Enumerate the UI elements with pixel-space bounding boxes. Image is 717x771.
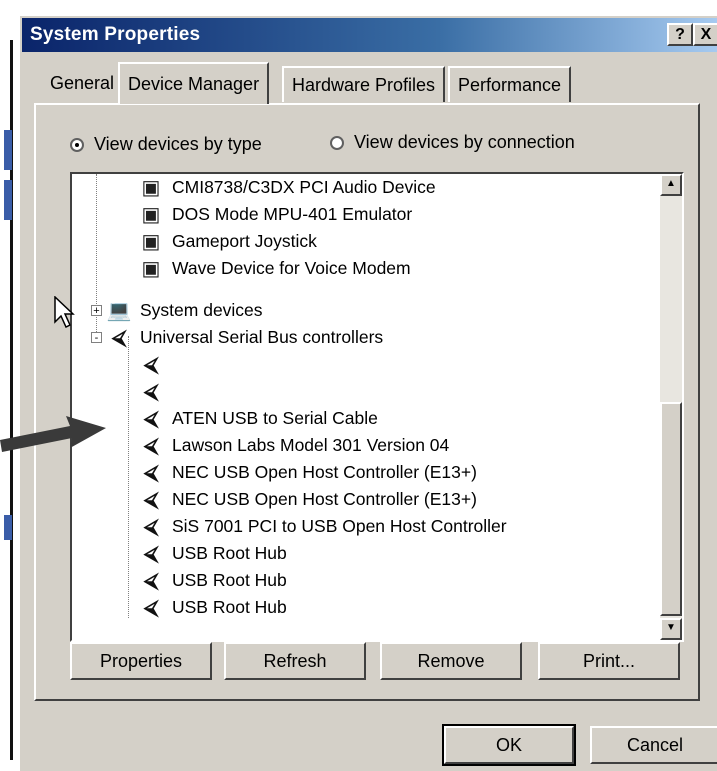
background-window-fragment (4, 130, 12, 170)
print-button[interactable]: Print... (538, 642, 680, 680)
tab-hardware-profiles[interactable]: Hardware Profiles (282, 66, 446, 102)
refresh-button[interactable]: Refresh (224, 642, 366, 680)
tree-item-label: NEC USB Open Host Controller (E13+) (172, 489, 477, 509)
properties-button[interactable]: Properties (70, 642, 212, 680)
tree-item[interactable]: ⮘ NEC USB Open Host Controller (E13+) (138, 486, 477, 513)
radio-unselected-icon (330, 135, 344, 150)
tab-device-manager[interactable]: Device Manager (118, 62, 270, 104)
usb-icon: ⮘ (143, 542, 159, 565)
tree-item[interactable]: ⮘ USB Root Hub (138, 594, 287, 621)
view-by-type-radio[interactable]: View devices by type (70, 134, 262, 155)
annotation-arrow-icon (0, 416, 106, 452)
tree-item-label: Universal Serial Bus controllers (140, 327, 384, 347)
background-window-fragment (4, 180, 12, 220)
tree-item[interactable]: ⮘ (138, 378, 172, 405)
radio-selected-icon (70, 137, 84, 152)
sound-device-icon: ▣ (141, 176, 161, 199)
tree-item[interactable]: ▣ DOS Mode MPU-401 Emulator (138, 201, 413, 228)
help-button[interactable]: ? (667, 23, 693, 46)
ok-button[interactable]: OK (442, 724, 576, 766)
vertical-scrollbar[interactable]: ▲ ▼ (660, 174, 682, 640)
tab-general[interactable]: General (42, 66, 122, 102)
window-title: System Properties (30, 24, 201, 45)
usb-icon: ⮘ (111, 326, 127, 349)
tree-item[interactable]: ⮘ NEC USB Open Host Controller (E13+) (138, 459, 477, 486)
sound-device-icon: ▣ (141, 257, 161, 280)
tree-item[interactable]: ▣ CMI8738/C3DX PCI Audio Device (138, 174, 436, 201)
photo-left-edge (0, 0, 18, 771)
scrollbar-thumb[interactable] (660, 402, 682, 616)
tree-item[interactable]: ⮘ Lawson Labs Model 301 Version 04 (138, 432, 449, 459)
usb-icon: ⮘ (143, 596, 159, 619)
tab-performance[interactable]: Performance (448, 66, 572, 102)
scroll-up-icon[interactable]: ▲ (660, 174, 682, 196)
view-by-connection-radio[interactable]: View devices by connection (330, 132, 575, 153)
usb-icon: ⮘ (143, 515, 159, 538)
tree-line (128, 336, 129, 618)
usb-icon: ⮘ (143, 353, 159, 376)
usb-icon: ⮘ (143, 569, 159, 592)
mouse-cursor-icon (54, 296, 75, 328)
device-tree[interactable]: ▣ CMI8738/C3DX PCI Audio Device ▣ DOS Mo… (70, 172, 684, 642)
usb-icon: ⮘ (143, 461, 159, 484)
tree-item[interactable]: ⮘ USB Root Hub (138, 567, 287, 594)
tree-item-system-devices[interactable]: 💻 System devices (106, 297, 263, 324)
usb-icon: ⮘ (143, 380, 159, 403)
tree-item-label: Lawson Labs Model 301 Version 04 (172, 435, 450, 455)
sound-device-icon: ▣ (141, 230, 161, 253)
tree-item[interactable]: ⮘ SiS 7001 PCI to USB Open Host Controll… (138, 513, 507, 540)
close-button[interactable]: X (693, 23, 717, 46)
tree-item-label: CMI8738/C3DX PCI Audio Device (172, 177, 436, 197)
tree-item[interactable]: ⮘ (138, 351, 172, 378)
view-by-connection-label: View devices by connection (354, 132, 575, 152)
tree-item[interactable]: ⮘ ATEN USB to Serial Cable (138, 405, 378, 432)
sound-device-icon: ▣ (141, 203, 161, 226)
usb-icon: ⮘ (143, 434, 159, 457)
tree-item-label: USB Root Hub (172, 597, 287, 617)
view-by-type-label: View devices by type (94, 134, 262, 154)
usb-icon: ⮘ (143, 407, 159, 430)
tree-expand-icon[interactable]: + (91, 305, 102, 317)
remove-button[interactable]: Remove (380, 642, 522, 680)
tree-item-label: DOS Mode MPU-401 Emulator (172, 204, 413, 224)
tree-item-label: SiS 7001 PCI to USB Open Host Controller (172, 516, 507, 536)
tree-item-label: NEC USB Open Host Controller (E13+) (172, 462, 477, 482)
computer-icon: 💻 (106, 299, 132, 322)
usb-icon: ⮘ (143, 488, 159, 511)
tree-item-usb-controllers[interactable]: ⮘ Universal Serial Bus controllers (106, 324, 383, 351)
background-window-fragment (4, 515, 12, 540)
tree-item-label: Wave Device for Voice Modem (172, 258, 411, 278)
tree-item-label: Gameport Joystick (172, 231, 317, 251)
tree-item[interactable]: ⮘ USB Root Hub (138, 540, 287, 567)
tree-item-label: System devices (140, 300, 263, 320)
tree-item-label: ATEN USB to Serial Cable (172, 408, 378, 428)
cancel-button[interactable]: Cancel (590, 726, 717, 764)
tree-collapse-icon[interactable]: - (91, 332, 102, 344)
tree-item[interactable]: ▣ Gameport Joystick (138, 228, 317, 255)
tree-item-label: USB Root Hub (172, 570, 287, 590)
system-properties-dialog: System Properties ? X General Device Man… (18, 14, 717, 771)
tree-item[interactable]: ▣ Wave Device for Voice Modem (138, 255, 411, 282)
title-bar[interactable]: System Properties ? X (22, 18, 717, 52)
scroll-down-icon[interactable]: ▼ (660, 618, 682, 640)
tree-item-label: USB Root Hub (172, 543, 287, 563)
